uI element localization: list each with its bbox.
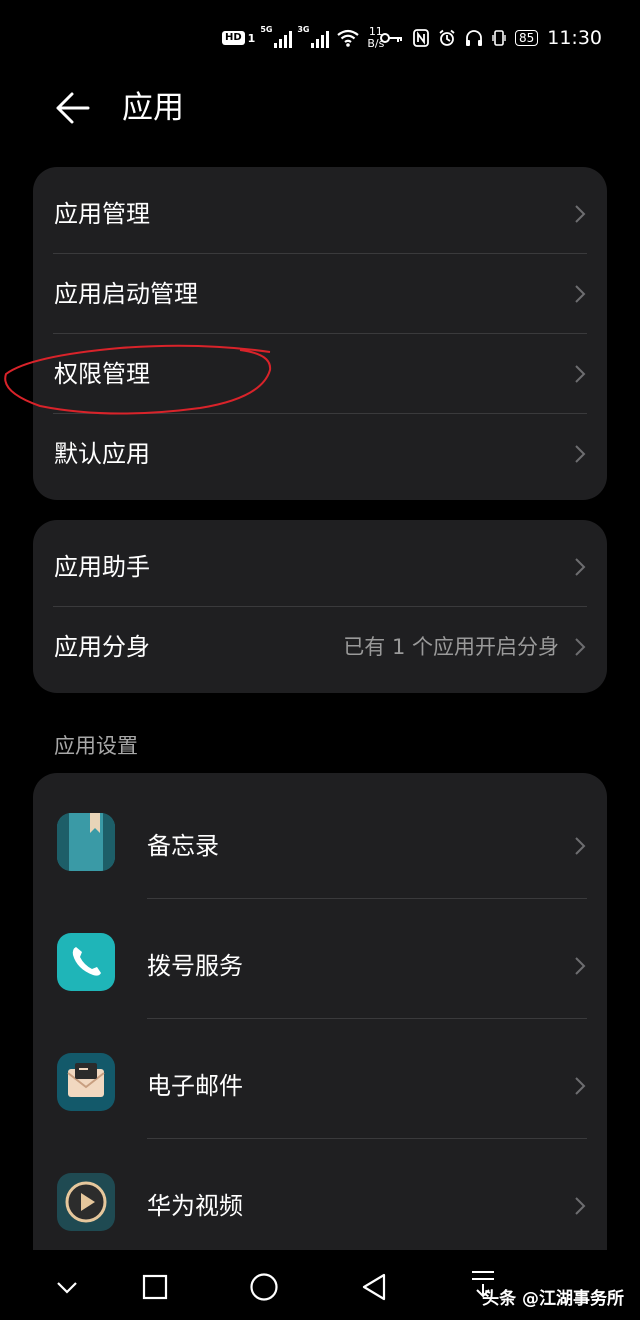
- item-label: 应用助手: [54, 553, 150, 581]
- app-settings-list: 备忘录 拨号服务 电子邮件 华为视频: [33, 773, 607, 1293]
- video-icon: [57, 1173, 115, 1231]
- settings-group-1: 应用管理 应用启动管理 权限管理 默认应用: [33, 167, 607, 500]
- app-item-notepad[interactable]: 备忘录: [33, 779, 607, 899]
- status-right: 85 11:30: [379, 24, 602, 52]
- settings-group-2: 应用助手 应用分身 已有 1 个应用开启分身: [33, 520, 607, 693]
- app-twin-item[interactable]: 应用分身 已有 1 个应用开启分身: [33, 607, 607, 687]
- item-label: 应用管理: [54, 200, 150, 228]
- section-title-app-settings: 应用设置: [54, 734, 138, 758]
- back-arrow-icon: [56, 92, 90, 124]
- chevron-right-icon: [575, 205, 586, 223]
- battery-indicator: 85: [514, 30, 539, 46]
- nfc-icon: [413, 29, 429, 47]
- app-twin-status: 已有 1 个应用开启分身: [343, 635, 559, 659]
- app-management-item[interactable]: 应用管理: [33, 174, 607, 254]
- status-bar: HD 1 5G 3G 11 B/s 85 11:30: [0, 0, 640, 76]
- status-left: HD 1 5G 3G 11 B/s: [222, 24, 384, 52]
- chevron-right-icon: [575, 638, 586, 656]
- chevron-right-icon: [575, 957, 586, 975]
- chevron-right-icon: [575, 837, 586, 855]
- signal-5g-label: 5G: [260, 25, 273, 34]
- home-button[interactable]: [249, 1272, 279, 1302]
- email-icon: [57, 1053, 115, 1111]
- chevron-right-icon: [575, 1197, 586, 1215]
- app-label: 备忘录: [147, 832, 219, 860]
- phone-icon: [57, 933, 115, 991]
- collapse-chevron-icon[interactable]: [55, 1280, 79, 1296]
- chevron-right-icon: [575, 285, 586, 303]
- app-launch-management-item[interactable]: 应用启动管理: [33, 254, 607, 334]
- watermark: 头条 @江湖事务所: [482, 1289, 624, 1309]
- vibrate-icon: [492, 30, 506, 46]
- app-item-huawei-video[interactable]: 华为视频: [33, 1139, 607, 1259]
- chevron-right-icon: [575, 558, 586, 576]
- back-button[interactable]: [52, 88, 96, 128]
- alarm-icon: [439, 29, 455, 46]
- wifi-icon: [337, 29, 360, 47]
- top-bar: 应用: [0, 76, 640, 142]
- permission-management-item[interactable]: 权限管理: [33, 334, 607, 414]
- app-label: 电子邮件: [147, 1072, 243, 1100]
- chevron-right-icon: [575, 445, 586, 463]
- app-item-dialer[interactable]: 拨号服务: [33, 899, 607, 1019]
- item-label: 权限管理: [54, 360, 150, 388]
- key-icon: [379, 33, 402, 43]
- app-assistant-item[interactable]: 应用助手: [33, 527, 607, 607]
- headphones-icon: [465, 30, 482, 46]
- signal-3g-icon: 3G: [297, 25, 330, 48]
- item-label: 默认应用: [54, 440, 150, 468]
- app-label: 拨号服务: [147, 952, 243, 980]
- default-apps-item[interactable]: 默认应用: [33, 414, 607, 494]
- clock: 11:30: [547, 27, 602, 49]
- hd-badge: HD: [222, 31, 245, 45]
- chevron-right-icon: [575, 365, 586, 383]
- notepad-icon: [57, 813, 115, 871]
- chevron-right-icon: [575, 1077, 586, 1095]
- signal-3g-label: 3G: [297, 25, 310, 34]
- item-label: 应用启动管理: [54, 280, 198, 308]
- sim-indicator: 1: [247, 31, 256, 45]
- item-label: 应用分身: [54, 633, 150, 661]
- back-nav-button[interactable]: [360, 1272, 388, 1302]
- app-item-email[interactable]: 电子邮件: [33, 1019, 607, 1139]
- page-title: 应用: [122, 90, 184, 126]
- signal-5g-icon: 5G: [260, 25, 293, 48]
- recents-button[interactable]: [142, 1274, 168, 1300]
